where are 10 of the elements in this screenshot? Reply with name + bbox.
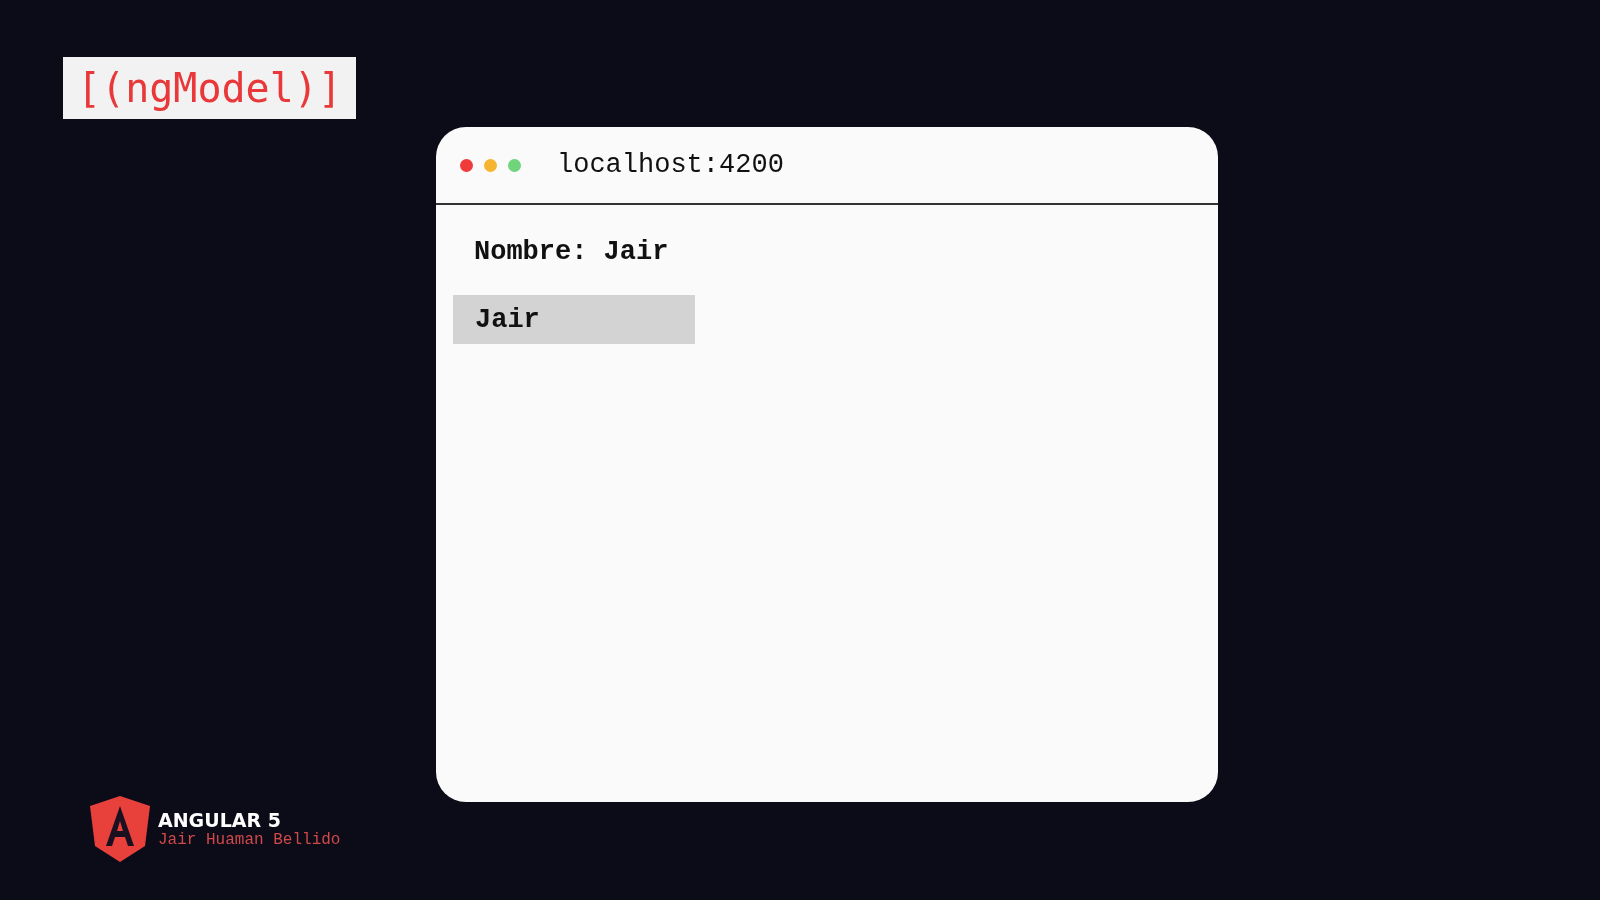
name-input[interactable]: Jair xyxy=(453,295,695,344)
window-dot[interactable] xyxy=(460,158,473,172)
author-name: Jair Huaman Bellido xyxy=(158,831,341,849)
name-output: Nombre: Jair xyxy=(473,237,670,267)
course-title: ANGULAR 5 xyxy=(158,809,282,831)
window-dot[interactable] xyxy=(508,158,521,172)
angular-logo-icon xyxy=(90,796,150,862)
address-text: localhost:4200 xyxy=(557,150,784,180)
window-dot[interactable] xyxy=(484,158,497,172)
code-badge: [(ngModel)] xyxy=(63,57,356,119)
